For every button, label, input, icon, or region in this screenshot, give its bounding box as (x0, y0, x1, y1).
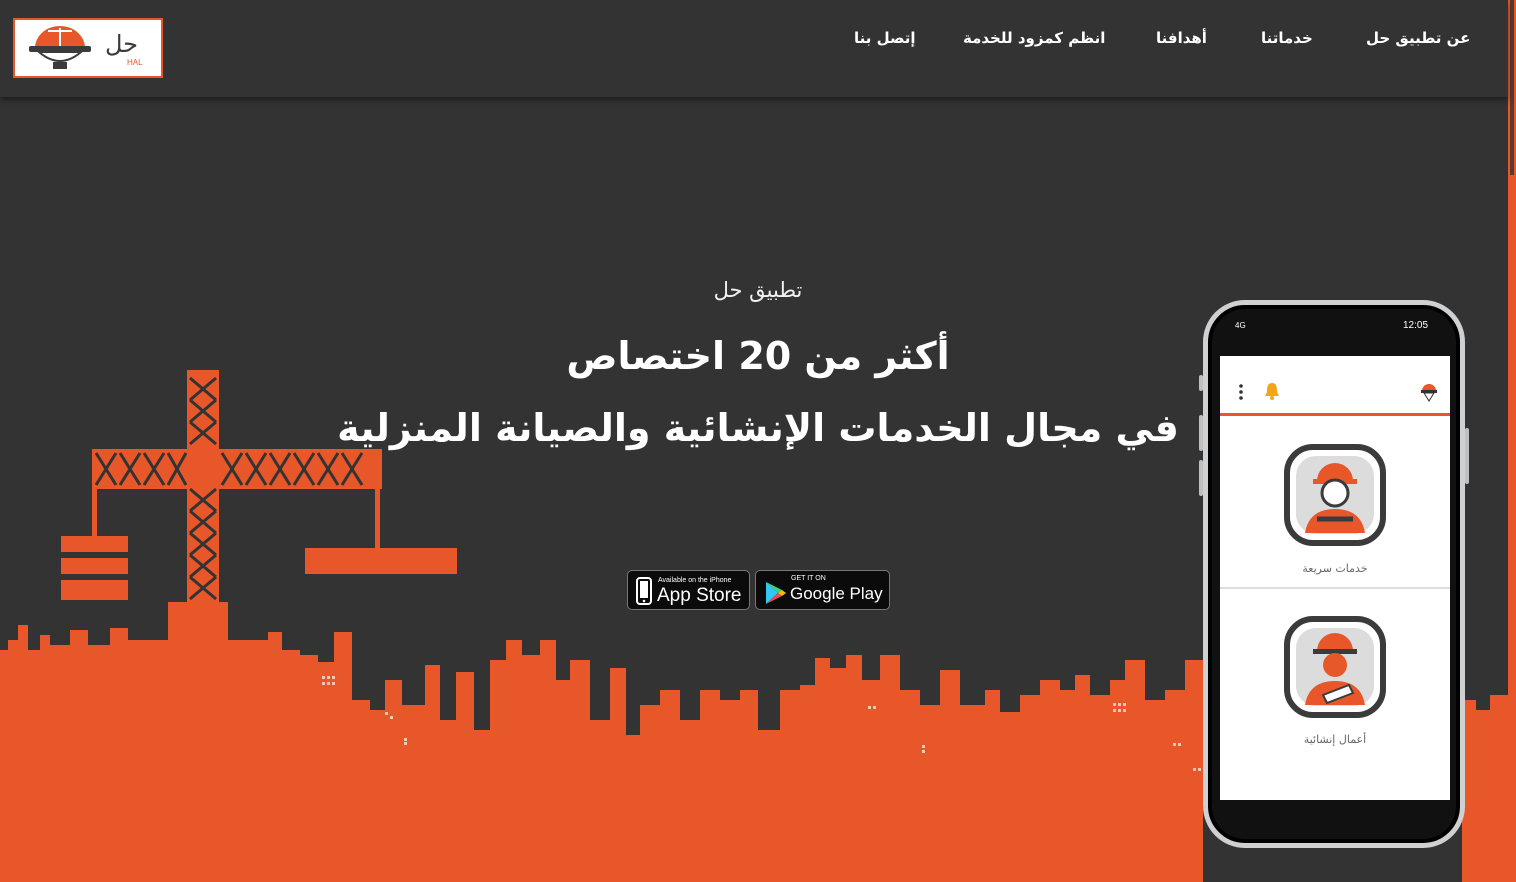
page-scrollbar[interactable] (1508, 0, 1516, 882)
tile-quick-services[interactable]: خدمات سريعة (1220, 419, 1450, 589)
tile-construction-works-label: أعمال إنشائية (1303, 733, 1367, 746)
app-store-caption: Available on the iPhone (658, 577, 732, 584)
app-store-label: App Store (657, 585, 742, 606)
top-navbar: حل HAL عن تطبيق حل خدماتنا أهدافنا انظم … (0, 0, 1508, 97)
brand-name-en: HAL (127, 58, 143, 67)
hero-title-line2: في مجال الخدمات الإنشائية والصيانة المنز… (337, 406, 1179, 450)
brand-logo[interactable]: حل HAL (13, 18, 163, 78)
tile-construction-works[interactable]: أعمال إنشائية (1220, 591, 1450, 761)
nav-contact[interactable]: إتصل بنا (854, 29, 916, 47)
mechanic-icon (1284, 444, 1386, 546)
phone-screen: خدمات سريعة أعمال إنشائية (1220, 356, 1450, 800)
status-time: 12:05 (1403, 320, 1429, 331)
google-play-icon (766, 582, 786, 604)
app-store-button[interactable]: Available on the iPhone App Store (627, 570, 750, 610)
app-toolbar (1220, 356, 1450, 416)
google-play-caption: GET IT ON (791, 575, 826, 582)
more-menu-icon (1239, 384, 1243, 400)
iphone-icon (636, 577, 652, 605)
nav-goals[interactable]: أهدافنا (1156, 29, 1207, 47)
nav-join-provider[interactable]: انظم كمزود للخدمة (963, 29, 1105, 47)
status-network: 4G (1235, 321, 1246, 330)
scrollbar-thumb[interactable] (1510, 0, 1514, 175)
phone-mockup: 4G 12:05 خدمات سريعة أعمال إنشائية (1199, 300, 1469, 848)
hero-subtitle: تطبيق حل (713, 278, 803, 302)
tile-quick-services-label: خدمات سريعة (1302, 562, 1368, 575)
hero-title-line1: أكثر من 20 اختصاص (566, 334, 950, 378)
app-logo-icon (1421, 384, 1437, 402)
brand-name-ar: حل (105, 30, 139, 58)
google-play-label: Google Play (790, 584, 883, 603)
engineer-icon (1284, 616, 1386, 718)
helmet-bulb-icon (29, 26, 91, 69)
nav-about[interactable]: عن تطبيق حل (1366, 29, 1470, 47)
nav-services[interactable]: خدماتنا (1261, 29, 1313, 47)
bell-icon (1265, 383, 1279, 400)
phone-power-button (1465, 428, 1469, 484)
google-play-button[interactable]: GET IT ON Google Play (755, 570, 890, 610)
